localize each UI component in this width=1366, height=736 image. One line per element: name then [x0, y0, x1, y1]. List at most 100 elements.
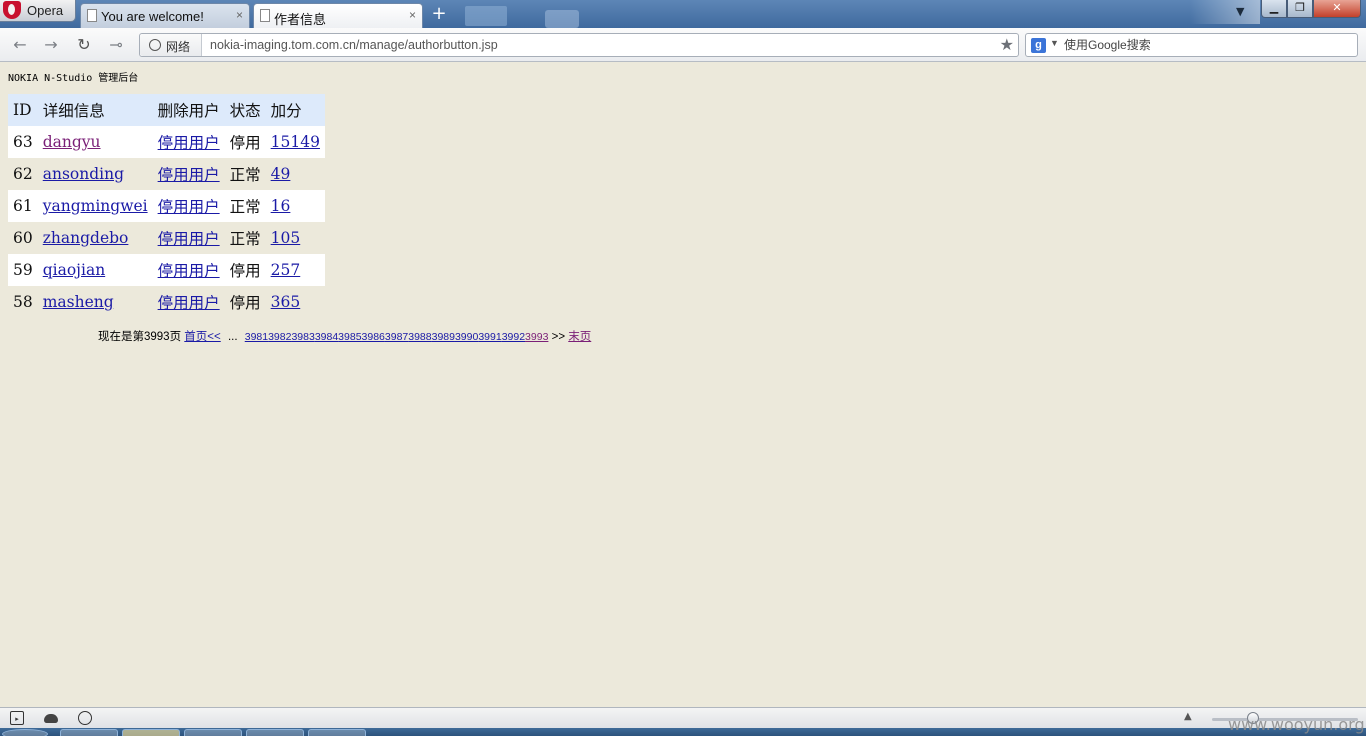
user-detail-link[interactable]: dangyu — [43, 133, 101, 151]
tab-author-info[interactable]: 作者信息 × — [253, 3, 423, 28]
page-number-link[interactable]: 3986 — [362, 331, 385, 343]
page-number-link[interactable]: 3990 — [455, 331, 478, 343]
search-box[interactable]: g ▼ — [1025, 33, 1358, 57]
opera-menu-label: Opera — [27, 3, 64, 18]
page-number-link[interactable]: 3983 — [291, 331, 314, 343]
opera-turbo-icon[interactable] — [78, 711, 92, 725]
score-link[interactable]: 365 — [271, 293, 301, 311]
taskbar-app-button[interactable] — [184, 729, 242, 736]
score-link[interactable]: 105 — [271, 229, 301, 247]
start-button[interactable] — [2, 729, 48, 736]
tab-you-are-welcome[interactable]: You are welcome! × — [80, 3, 250, 28]
url-text[interactable]: nokia-imaging.tom.com.cn/manage/authorbu… — [210, 38, 498, 52]
user-status: 正常 — [224, 222, 266, 254]
score-link[interactable]: 257 — [271, 261, 301, 279]
security-label: 网络 — [166, 40, 191, 54]
user-detail-link[interactable]: ansonding — [43, 165, 124, 183]
close-tab-icon[interactable]: × — [236, 8, 243, 22]
score-link[interactable]: 15149 — [271, 133, 320, 151]
minimize-button[interactable]: ▁ — [1261, 0, 1287, 18]
back-arrow-icon[interactable]: ← — [10, 35, 30, 55]
current-page-number-link[interactable]: 3993 — [525, 331, 548, 343]
user-detail-link[interactable]: masheng — [43, 293, 114, 311]
tab-title: 作者信息 — [274, 12, 327, 27]
disable-user-link[interactable]: 停用用户 — [158, 134, 220, 152]
panel-toggle-icon[interactable]: ▸ — [10, 711, 24, 725]
opera-unite-cloud-icon[interactable] — [44, 714, 58, 723]
globe-icon — [149, 39, 161, 51]
user-id: 61 — [8, 190, 38, 222]
author-table: ID 详细信息 删除用户 状态 加分 63 dangyu 停用用户 停用 151… — [8, 94, 325, 318]
close-tab-icon[interactable]: × — [409, 8, 416, 22]
google-icon[interactable]: g — [1031, 38, 1046, 53]
taskbar-app-button[interactable] — [308, 729, 366, 736]
disable-user-link[interactable]: 停用用户 — [158, 230, 220, 248]
score-link[interactable]: 16 — [271, 197, 291, 215]
page-number-link[interactable]: 3989 — [432, 331, 455, 343]
header-score: 加分 — [265, 94, 325, 126]
page-number-link[interactable]: 3981 — [245, 331, 268, 343]
page-number-link[interactable]: 3988 — [408, 331, 431, 343]
table-row: 63 dangyu 停用用户 停用 15149 — [8, 126, 325, 158]
disable-user-link[interactable]: 停用用户 — [158, 294, 220, 312]
bookmark-star-icon[interactable]: ★ — [1000, 35, 1014, 55]
first-page-link[interactable]: 首页<< — [184, 331, 220, 343]
page-number-link[interactable]: 3991 — [478, 331, 501, 343]
header-delete-user: 删除用户 — [152, 94, 225, 126]
taskbar-app-button[interactable] — [60, 729, 118, 736]
pagination: 现在是第3993页 首页<< ... 398139823983398439853… — [98, 328, 591, 344]
address-bar[interactable]: 网络 nokia-imaging.tom.com.cn/manage/autho… — [139, 33, 1019, 57]
page-number-link[interactable]: 3992 — [502, 331, 525, 343]
forward-arrow-icon[interactable]: → — [41, 35, 61, 55]
user-status: 停用 — [224, 286, 266, 318]
user-id: 63 — [8, 126, 38, 158]
user-detail-link[interactable]: zhangdebo — [43, 229, 129, 247]
maximize-button[interactable]: ❐ — [1287, 0, 1313, 18]
wand-key-icon[interactable]: ⊸ — [106, 35, 126, 55]
user-detail-link[interactable]: yangmingwei — [43, 197, 148, 215]
header-status: 状态 — [224, 94, 266, 126]
user-status: 正常 — [224, 190, 266, 222]
chevron-up-icon[interactable]: ▲ — [1184, 711, 1192, 722]
disable-user-link[interactable]: 停用用户 — [158, 166, 220, 184]
user-detail-link[interactable]: qiaojian — [43, 261, 105, 279]
score-link[interactable]: 49 — [271, 165, 291, 183]
page-number-link[interactable]: 3982 — [268, 331, 291, 343]
titlebar-glass-decoration — [1190, 0, 1260, 24]
table-row: 62 ansonding 停用用户 正常 49 — [8, 158, 325, 190]
title-bar: Opera You are welcome! × 作者信息 × + ▼ ▁ ❐ … — [0, 0, 1366, 28]
search-input[interactable] — [1064, 36, 1349, 54]
opera-logo-icon — [3, 1, 21, 19]
tab-title: You are welcome! — [101, 9, 204, 24]
chevron-down-icon[interactable]: ▼ — [1236, 5, 1244, 18]
reload-icon[interactable]: ↻ — [74, 35, 94, 55]
table-row: 60 zhangdebo 停用用户 正常 105 — [8, 222, 325, 254]
taskbar-app-button[interactable] — [246, 729, 304, 736]
last-page-link[interactable]: 末页 — [568, 331, 591, 343]
page-number-link[interactable]: 3985 — [338, 331, 361, 343]
user-status: 正常 — [224, 158, 266, 190]
taskbar-app-button[interactable] — [122, 729, 180, 736]
opera-menu-button[interactable]: Opera — [0, 0, 76, 22]
site-title: NOKIA N-Studio 管理后台 — [8, 73, 139, 84]
table-row: 59 qiaojian 停用用户 停用 257 — [8, 254, 325, 286]
table-row: 61 yangmingwei 停用用户 正常 16 — [8, 190, 325, 222]
table-header-row: ID 详细信息 删除用户 状态 加分 — [8, 94, 325, 126]
page-number-link[interactable]: 3984 — [315, 331, 338, 343]
user-status: 停用 — [224, 254, 266, 286]
page-number-link[interactable]: 3987 — [385, 331, 408, 343]
table-row: 58 masheng 停用用户 停用 365 — [8, 286, 325, 318]
disable-user-link[interactable]: 停用用户 — [158, 262, 220, 280]
navigation-bar: ← → ↻ ⊸ 网络 nokia-imaging.tom.com.cn/mana… — [0, 28, 1366, 62]
disable-user-link[interactable]: 停用用户 — [158, 198, 220, 216]
pager-ellipsis: ... — [227, 331, 238, 343]
security-badge[interactable]: 网络 — [140, 34, 202, 56]
new-tab-button[interactable]: + — [430, 4, 448, 24]
user-id: 58 — [8, 286, 38, 318]
page-icon — [87, 9, 97, 22]
page-icon — [260, 9, 270, 22]
next-glyph: >> — [551, 331, 566, 343]
engine-dropdown-icon[interactable]: ▼ — [1050, 38, 1059, 48]
windows-taskbar — [0, 728, 1366, 736]
close-window-button[interactable]: ✕ — [1313, 0, 1361, 18]
